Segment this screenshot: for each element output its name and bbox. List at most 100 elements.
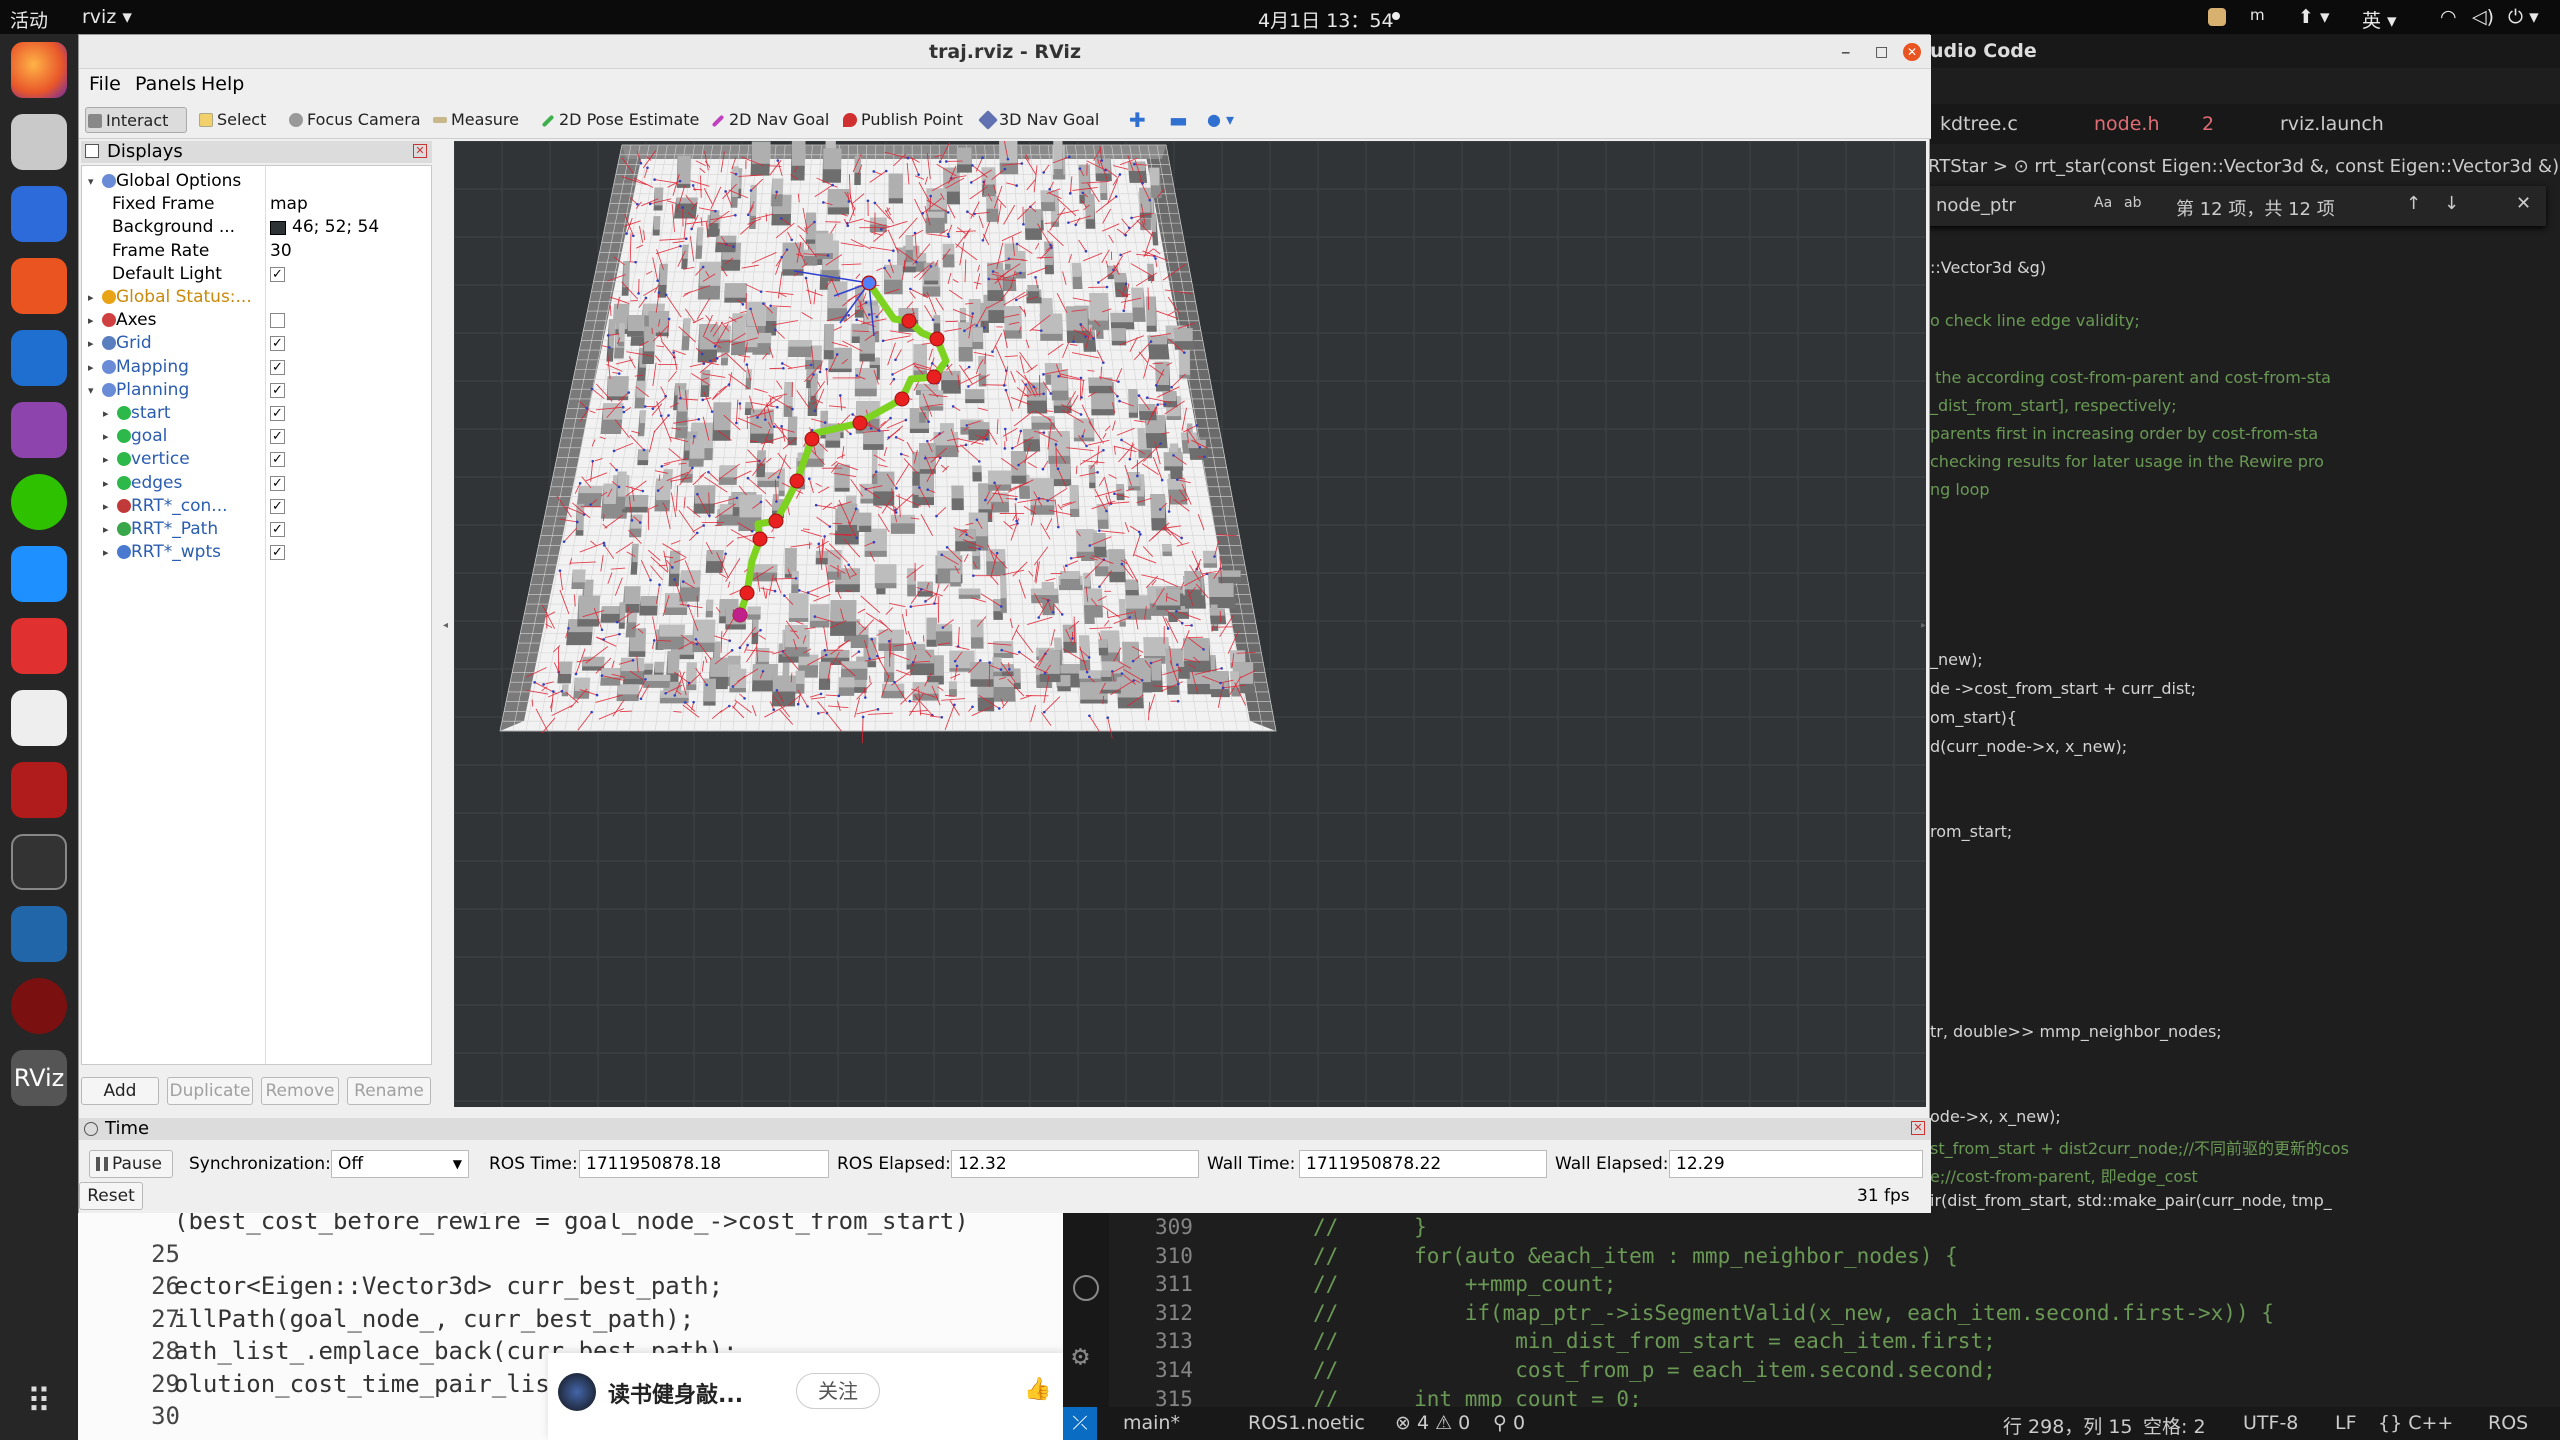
add-button[interactable]: Add bbox=[81, 1077, 159, 1105]
expand-down-icon[interactable]: ▾ bbox=[88, 379, 94, 402]
expand-right-icon[interactable]: ▸ bbox=[88, 332, 94, 355]
expand-right-icon[interactable]: ▸ bbox=[88, 356, 94, 379]
encoding[interactable]: UTF-8 bbox=[2243, 1412, 2298, 1434]
files-icon[interactable] bbox=[11, 114, 67, 170]
vscode-icon[interactable] bbox=[11, 330, 67, 386]
like-icon[interactable]: 👍 bbox=[1024, 1377, 1051, 1402]
vscode-editor-bottom[interactable]: ⚙ 309 // } 310 // for(auto &each_item : mmp… bbox=[1063, 1213, 2560, 1411]
tool-2d-pose-estimate[interactable]: 2D Pose Estimate bbox=[539, 107, 699, 133]
display-row[interactable]: ▸ goal ✓ bbox=[82, 425, 431, 448]
tool-2d-nav-goal[interactable]: 2D Nav Goal bbox=[709, 107, 829, 133]
display-value[interactable]: 46; 52; 54 bbox=[292, 216, 379, 239]
time-close-icon[interactable]: ✕ bbox=[1911, 1121, 1925, 1135]
display-row[interactable]: Background ... 46; 52; 54 bbox=[82, 216, 431, 239]
splitter-right-arrow[interactable]: ▸ bbox=[1921, 620, 1926, 631]
account-icon[interactable] bbox=[1073, 1275, 1099, 1301]
rviz-titlebar[interactable]: traj.rviz - RViz – □ ✕ bbox=[79, 35, 1931, 69]
ros-time-field[interactable]: 1711950878.18 bbox=[579, 1150, 829, 1178]
prev-match-icon[interactable]: ↑ bbox=[2406, 193, 2421, 214]
ros-ext[interactable]: ROS bbox=[2488, 1412, 2528, 1434]
feishu-icon[interactable] bbox=[11, 546, 67, 602]
input-method[interactable]: 英 ▾ bbox=[2362, 6, 2397, 33]
wechat-icon[interactable] bbox=[11, 474, 67, 530]
rviz-icon[interactable]: RViz bbox=[11, 1050, 67, 1106]
expand-right-icon[interactable]: ▸ bbox=[103, 402, 109, 425]
display-row[interactable]: ▸ vertice ✓ bbox=[82, 448, 431, 471]
tab-kdtree[interactable]: kdtree.c bbox=[1940, 113, 2018, 135]
ros-elapsed-field[interactable]: 12.32 bbox=[951, 1150, 1199, 1178]
app-grid-icon[interactable]: ⠿ bbox=[11, 1374, 67, 1430]
ports-count[interactable]: ⚲ 0 bbox=[1493, 1412, 1525, 1434]
follow-button[interactable]: 关注 bbox=[796, 1373, 880, 1409]
writer-icon[interactable] bbox=[11, 186, 67, 242]
tool-measure[interactable]: Measure bbox=[431, 107, 519, 133]
display-row[interactable]: ▸ Grid ✓ bbox=[82, 332, 431, 355]
menu-panels[interactable]: Panels bbox=[135, 73, 196, 95]
add-tool-icon[interactable]: ✚ bbox=[1125, 107, 1146, 133]
remote-icon[interactable]: ⤫ bbox=[1063, 1407, 1097, 1440]
tool-publish-point[interactable]: Publish Point bbox=[841, 107, 963, 133]
menu-help[interactable]: Help bbox=[201, 73, 244, 95]
visibility-checkbox[interactable]: ✓ bbox=[270, 452, 285, 468]
display-row[interactable]: ▸ start ✓ bbox=[82, 402, 431, 425]
avatar[interactable] bbox=[558, 1373, 596, 1411]
git-branch[interactable]: main* bbox=[1123, 1412, 1180, 1434]
visibility-checkbox[interactable]: ✓ bbox=[270, 266, 285, 282]
display-row[interactable]: Default Light ✓ bbox=[82, 263, 431, 286]
displays-tree[interactable]: ▾ Global Options Fixed Frame map Background … bbox=[81, 165, 432, 1065]
cursor-position[interactable]: 行 298，列 15 bbox=[2003, 1412, 2133, 1439]
visibility-checkbox[interactable]: ✓ bbox=[270, 498, 285, 514]
expand-right-icon[interactable]: ▸ bbox=[103, 425, 109, 448]
remove-button[interactable]: Remove bbox=[261, 1077, 339, 1105]
expand-right-icon[interactable]: ▸ bbox=[103, 495, 109, 518]
find-input[interactable]: node_ptr bbox=[1936, 195, 2016, 216]
menu-file[interactable]: File bbox=[89, 73, 121, 95]
display-row[interactable]: ▸ Axes bbox=[82, 309, 431, 332]
display-row[interactable]: ▾ Global Options bbox=[82, 170, 431, 193]
visibility-checkbox[interactable]: ✓ bbox=[270, 429, 285, 445]
expand-down-icon[interactable]: ▾ bbox=[88, 170, 94, 193]
cat-app-icon[interactable] bbox=[11, 906, 67, 962]
expand-right-icon[interactable]: ▸ bbox=[103, 472, 109, 495]
sync-select[interactable]: Off ▼ bbox=[331, 1150, 469, 1178]
settings-gear-icon[interactable]: ⚙ bbox=[1072, 1339, 1089, 1372]
tool-select[interactable]: Select bbox=[197, 107, 266, 133]
duplicate-button[interactable]: Duplicate bbox=[167, 1077, 253, 1105]
color-swatch[interactable] bbox=[270, 221, 286, 236]
visibility-checkbox[interactable] bbox=[270, 313, 285, 329]
expand-right-icon[interactable]: ▸ bbox=[103, 448, 109, 471]
media-icon[interactable] bbox=[11, 402, 67, 458]
volume-icon[interactable]: ◁) bbox=[2472, 6, 2494, 28]
tool-properties-icon[interactable]: ● ▾ bbox=[1203, 107, 1234, 133]
display-value[interactable]: 30 bbox=[270, 240, 292, 263]
pause-button[interactable]: Pause bbox=[89, 1150, 173, 1178]
firefox-icon[interactable] bbox=[11, 42, 67, 98]
problems-count[interactable]: ⊗ 4 ⚠ 0 bbox=[1395, 1412, 1470, 1434]
tab-rviz-launch[interactable]: rviz.launch bbox=[2280, 113, 2384, 135]
wall-elapsed-field[interactable]: 12.29 bbox=[1669, 1150, 1923, 1178]
3d-render-viewport[interactable] bbox=[454, 141, 1926, 1107]
visibility-checkbox[interactable]: ✓ bbox=[270, 359, 285, 375]
display-row[interactable]: ▸ RRT*_wpts ✓ bbox=[82, 541, 431, 564]
tool-interact[interactable]: Interact bbox=[85, 107, 187, 133]
rename-button[interactable]: Rename bbox=[347, 1077, 431, 1105]
author-name[interactable]: 读书健身敲... bbox=[608, 1377, 743, 1409]
minimize-button[interactable]: – bbox=[1841, 35, 1851, 69]
display-row[interactable]: ▸ Global Status:... bbox=[82, 286, 431, 309]
visibility-checkbox[interactable]: ✓ bbox=[270, 406, 285, 421]
presentation-icon[interactable] bbox=[11, 762, 67, 818]
tool-focus-camera[interactable]: Focus Camera bbox=[287, 107, 421, 133]
maximize-button[interactable]: □ bbox=[1875, 35, 1888, 69]
wifi-icon[interactable]: ◠ bbox=[2440, 6, 2457, 28]
accessibility-icon[interactable]: ⬆ ▾ bbox=[2298, 6, 2330, 28]
whole-word-icon[interactable]: ab bbox=[2124, 195, 2141, 211]
im-icon[interactable] bbox=[11, 618, 67, 674]
expand-right-icon[interactable]: ▸ bbox=[103, 518, 109, 541]
clock[interactable]: 4月1日 13：54 bbox=[1258, 6, 1394, 33]
app-store-icon[interactable] bbox=[11, 258, 67, 314]
ros-status[interactable]: ROS1.noetic bbox=[1248, 1412, 1365, 1434]
tab-node-h[interactable]: node.h bbox=[2094, 113, 2160, 135]
power-icon[interactable]: ⏻ ▾ bbox=[2508, 6, 2539, 28]
wine-icon[interactable] bbox=[11, 978, 67, 1034]
wall-time-field[interactable]: 1711950878.22 bbox=[1299, 1150, 1547, 1178]
